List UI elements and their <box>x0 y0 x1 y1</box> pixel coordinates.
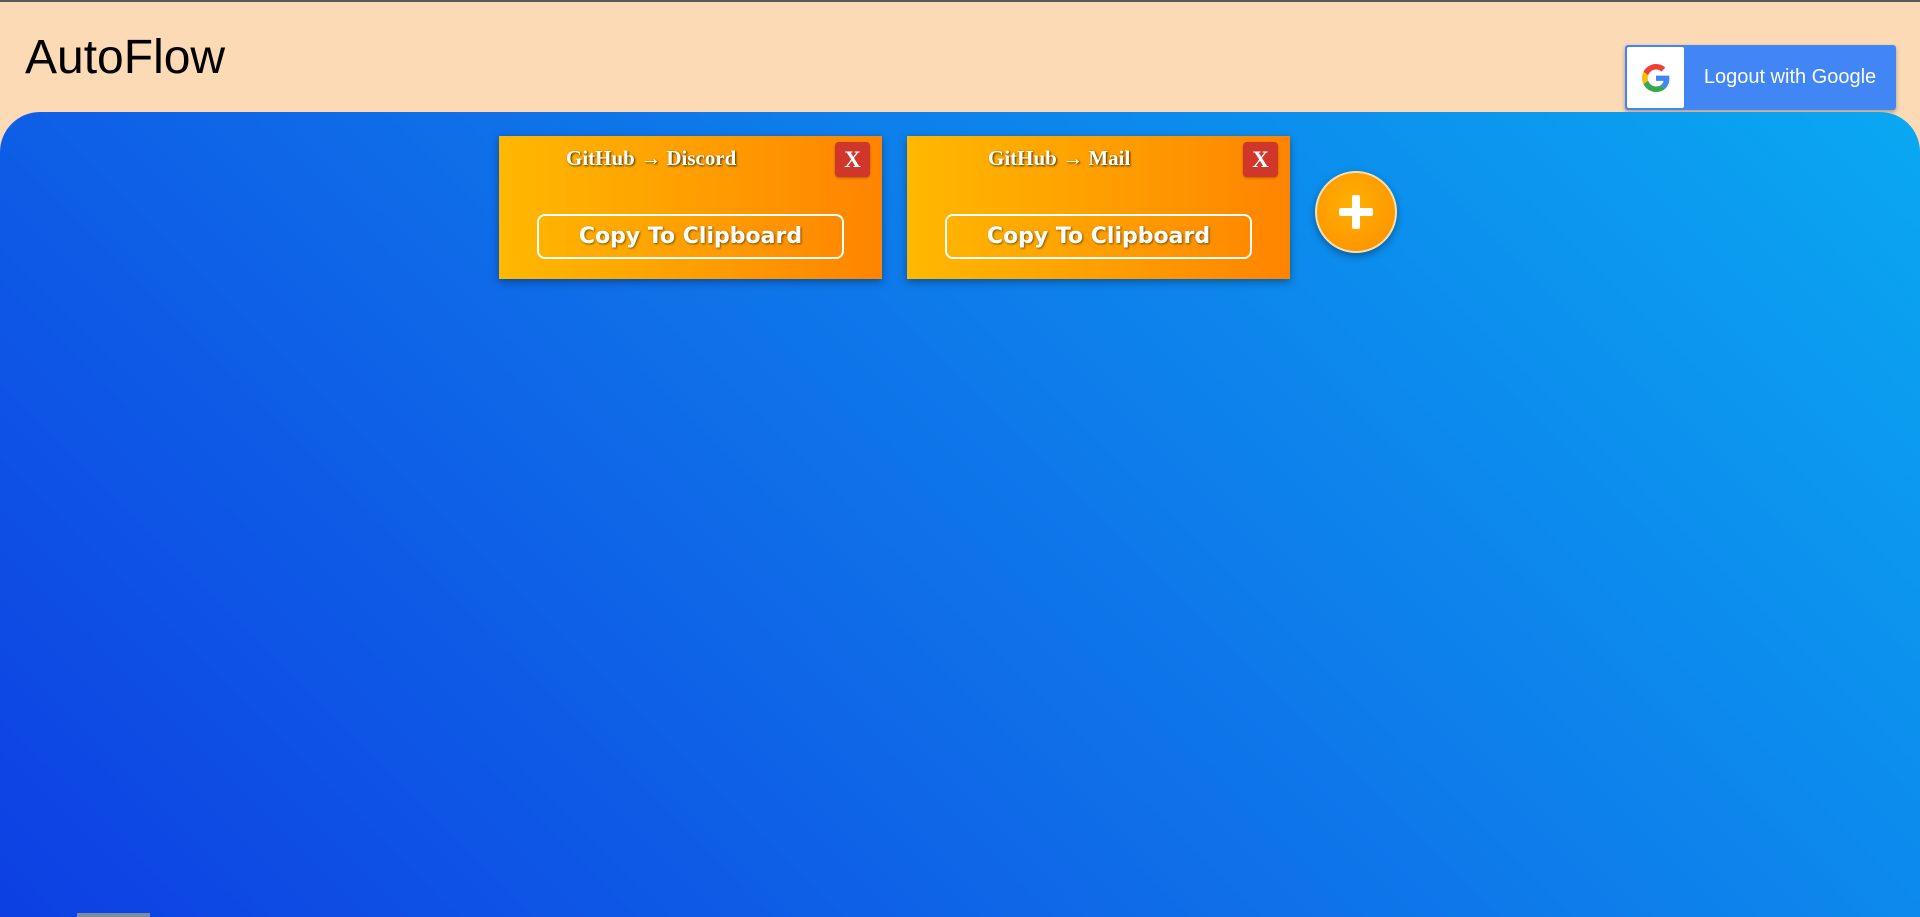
workflow-title: GitHub → Mail <box>988 146 1131 170</box>
copy-to-clipboard-button[interactable]: Copy To Clipboard <box>945 214 1252 259</box>
app-header: AutoFlow Logout with Google <box>0 2 1920 112</box>
google-g-icon <box>1627 47 1684 108</box>
delete-workflow-button[interactable]: X <box>835 142 870 177</box>
add-workflow-button[interactable] <box>1315 171 1397 253</box>
logout-google-button[interactable]: Logout with Google <box>1625 45 1896 110</box>
app-title: AutoFlow <box>25 31 226 84</box>
bottom-scroll-indicator <box>77 913 150 917</box>
copy-to-clipboard-button[interactable]: Copy To Clipboard <box>537 214 844 259</box>
plus-icon <box>1339 195 1373 229</box>
workflow-canvas: GitHub → Discord X Copy To Clipboard Git… <box>0 112 1920 917</box>
delete-workflow-button[interactable]: X <box>1243 142 1278 177</box>
workflow-card: GitHub → Mail X Copy To Clipboard <box>907 136 1290 279</box>
workflow-card: GitHub → Discord X Copy To Clipboard <box>499 136 882 279</box>
logout-google-label: Logout with Google <box>1703 66 1877 88</box>
workflow-title: GitHub → Discord <box>566 146 737 170</box>
